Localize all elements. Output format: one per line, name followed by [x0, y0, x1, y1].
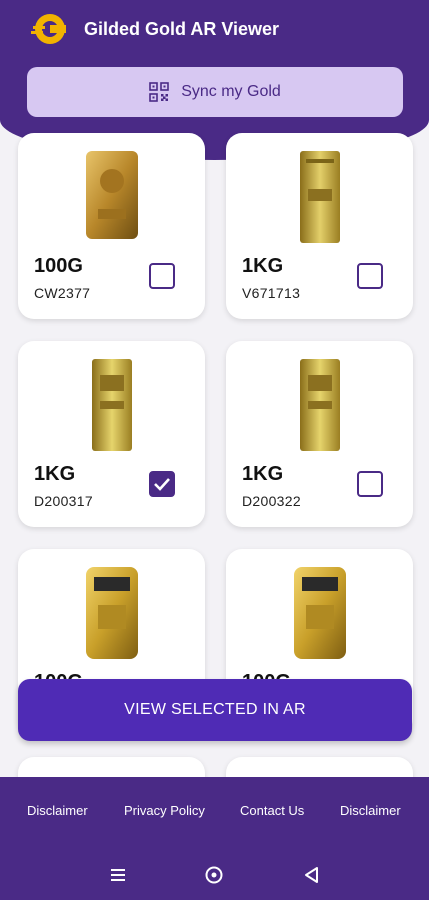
- bar-weight: 100G: [34, 255, 83, 277]
- select-checkbox[interactable]: [357, 471, 383, 497]
- select-checkbox[interactable]: [149, 263, 175, 289]
- footer-link-disclaimer-2[interactable]: Disclaimer: [340, 803, 401, 818]
- gold-card[interactable]: 100G CW2377: [18, 133, 205, 319]
- gold-bar-image: [299, 151, 340, 243]
- footer-links: Disclaimer Privacy Policy Contact Us Dis…: [0, 803, 429, 823]
- bar-weight: 1KG: [242, 255, 284, 277]
- bar-serial: D200317: [34, 493, 93, 509]
- bar-serial: V671713: [242, 285, 301, 301]
- view-button-label: VIEW SELECTED IN AR: [124, 701, 306, 718]
- bar-serial: D200322: [242, 493, 301, 509]
- footer-link-disclaimer[interactable]: Disclaimer: [27, 803, 88, 818]
- gold-card[interactable]: 1KG V671713: [226, 133, 413, 319]
- gold-card-grid: 100G CW2377 1KG V671713 1KG D200317 1KG …: [0, 0, 429, 900]
- footer: Disclaimer Privacy Policy Contact Us Dis…: [0, 777, 429, 900]
- system-nav-bar: [0, 857, 429, 893]
- gold-bar-image: [91, 359, 132, 451]
- gold-card[interactable]: 1KG D200322: [226, 341, 413, 527]
- menu-icon[interactable]: [108, 865, 128, 885]
- bar-weight: 1KG: [242, 463, 284, 485]
- gold-bar-image: [293, 567, 346, 659]
- bar-weight: 1KG: [34, 463, 76, 485]
- back-triangle-icon[interactable]: [302, 865, 322, 885]
- gold-bar-image: [85, 151, 138, 239]
- checkmark-icon: [154, 478, 170, 491]
- gold-bar-image: [85, 567, 138, 659]
- footer-link-contact-us[interactable]: Contact Us: [240, 803, 304, 818]
- bar-serial: CW2377: [34, 285, 91, 301]
- select-checkbox[interactable]: [149, 471, 175, 497]
- view-selected-in-ar-button[interactable]: VIEW SELECTED IN AR: [18, 679, 412, 741]
- gold-bar-image: [299, 359, 340, 451]
- footer-link-privacy-policy[interactable]: Privacy Policy: [124, 803, 205, 818]
- select-checkbox[interactable]: [357, 263, 383, 289]
- home-circle-icon[interactable]: [204, 865, 224, 885]
- gold-card[interactable]: 1KG D200317: [18, 341, 205, 527]
